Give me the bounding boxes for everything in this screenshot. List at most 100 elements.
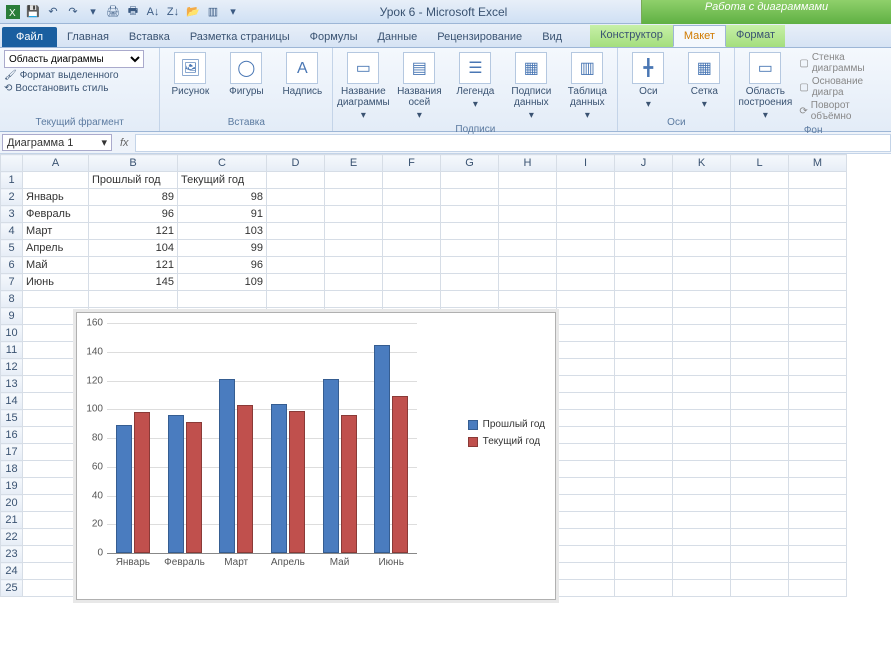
cell[interactable] [731,342,789,359]
col-header[interactable]: I [557,155,615,172]
cell[interactable] [673,342,731,359]
cell[interactable] [789,189,847,206]
cell[interactable] [325,274,383,291]
cell[interactable] [557,546,615,563]
save-icon[interactable]: 💾 [24,3,42,21]
row-header[interactable]: 22 [1,529,23,546]
quick-print-icon[interactable]: 🖶 [124,3,142,21]
bar[interactable] [237,405,253,553]
cell[interactable] [673,325,731,342]
cell[interactable] [789,512,847,529]
cell[interactable] [557,376,615,393]
cell[interactable] [267,206,325,223]
cell[interactable] [615,291,673,308]
cell[interactable] [615,257,673,274]
cell[interactable]: Февраль [23,206,89,223]
cell[interactable] [789,580,847,597]
row-header[interactable]: 11 [1,342,23,359]
cell[interactable] [383,291,441,308]
col-header[interactable]: H [499,155,557,172]
qat-dropdown-icon[interactable]: ▾ [84,3,102,21]
cell[interactable] [731,274,789,291]
cell[interactable]: 145 [89,274,178,291]
cell[interactable] [557,240,615,257]
cell[interactable] [731,427,789,444]
row-header[interactable]: 6 [1,257,23,274]
cell[interactable] [789,495,847,512]
cell[interactable] [557,189,615,206]
axes-button[interactable]: ╋Оси▾ [622,50,674,112]
format-selection-button[interactable]: 🖌Формат выделенного [4,70,144,81]
cell[interactable] [615,495,673,512]
legend-button[interactable]: ☰Легенда▾ [449,50,501,112]
textbox-button[interactable]: AНадпись [276,50,328,99]
tab-Конструктор[interactable]: Конструктор [590,25,673,47]
cell[interactable] [615,223,673,240]
cell[interactable] [673,172,731,189]
cell[interactable] [789,444,847,461]
col-header[interactable]: J [615,155,673,172]
cell[interactable] [267,189,325,206]
cell[interactable] [673,410,731,427]
cell[interactable]: Прошлый год [89,172,178,189]
cell[interactable] [441,223,499,240]
embedded-chart[interactable]: 020406080100120140160 ЯнварьФевральМартА… [76,312,556,600]
cell[interactable] [557,478,615,495]
cell[interactable] [673,206,731,223]
cell[interactable]: 96 [178,257,267,274]
bar[interactable] [392,396,408,553]
cell[interactable] [731,546,789,563]
cell[interactable] [615,240,673,257]
cell[interactable] [673,546,731,563]
cell[interactable] [673,359,731,376]
cell[interactable] [615,393,673,410]
cell[interactable] [557,274,615,291]
col-header[interactable]: M [789,155,847,172]
col-header[interactable]: K [673,155,731,172]
cell[interactable] [615,461,673,478]
cell[interactable] [731,308,789,325]
cell[interactable] [789,172,847,189]
row-header[interactable]: 20 [1,495,23,512]
cell[interactable] [499,257,557,274]
cell[interactable] [731,189,789,206]
row-header[interactable]: 19 [1,478,23,495]
cell[interactable] [557,172,615,189]
cell[interactable] [441,206,499,223]
cell[interactable] [178,291,267,308]
col-header[interactable]: G [441,155,499,172]
cell[interactable] [731,563,789,580]
cell[interactable] [673,512,731,529]
row-header[interactable]: 9 [1,308,23,325]
row-header[interactable]: 14 [1,393,23,410]
tab-Формулы[interactable]: Формулы [300,27,368,47]
cell[interactable] [325,223,383,240]
fx-icon[interactable]: fx [120,137,129,149]
cell[interactable] [267,223,325,240]
cell[interactable]: 109 [178,274,267,291]
tab-Макет[interactable]: Макет [673,25,726,47]
cell[interactable] [731,512,789,529]
cell[interactable]: Май [23,257,89,274]
cell[interactable] [23,172,89,189]
cell[interactable] [789,325,847,342]
chart-title-button[interactable]: ▭Название диаграммы▾ [337,50,389,123]
cell[interactable] [673,478,731,495]
cell[interactable] [731,172,789,189]
cell[interactable] [789,546,847,563]
cell[interactable] [731,478,789,495]
plot-area-button[interactable]: ▭Область построения▾ [739,50,791,123]
cell[interactable] [557,580,615,597]
cell[interactable]: Июнь [23,274,89,291]
row-header[interactable]: 5 [1,240,23,257]
cell[interactable] [673,529,731,546]
cell[interactable] [499,240,557,257]
tab-file[interactable]: Файл [2,27,57,47]
col-header[interactable]: E [325,155,383,172]
cell[interactable] [673,495,731,512]
row-header[interactable]: 25 [1,580,23,597]
cell[interactable] [615,274,673,291]
cell[interactable] [557,342,615,359]
axis-titles-button[interactable]: ▤Названия осей▾ [393,50,445,123]
cell[interactable] [673,308,731,325]
